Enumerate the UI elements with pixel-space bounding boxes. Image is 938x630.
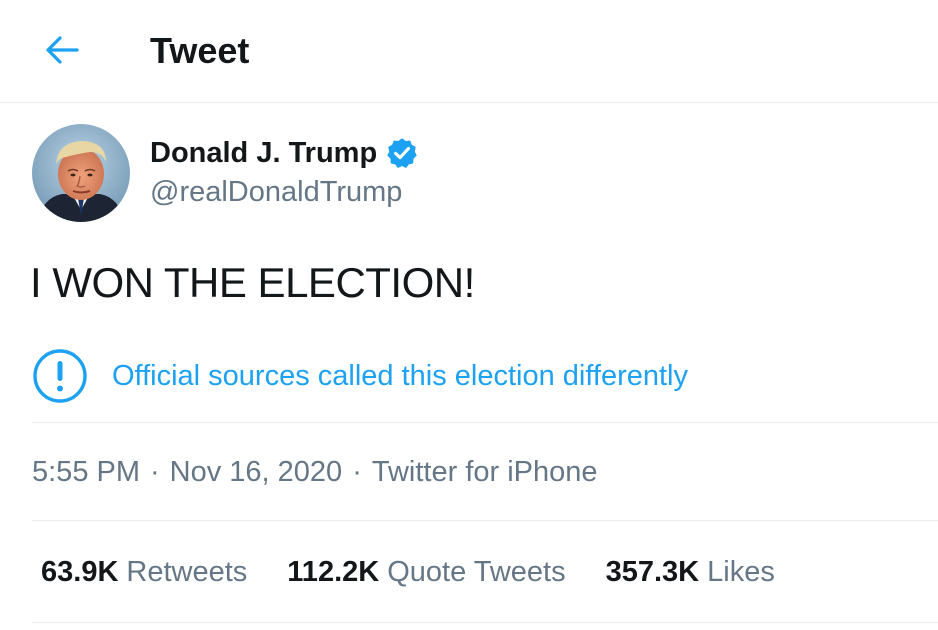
divider [32,520,938,521]
meta-separator: · [352,456,362,488]
tweet-stats: 63.9K Retweets 112.2K Quote Tweets 357.3… [41,552,815,592]
page-title: Tweet [150,30,250,71]
author-name[interactable]: Donald J. Trump [150,134,419,172]
exclamation-circle-icon [32,348,88,404]
verified-badge-icon [385,136,419,170]
tweet-text: I WON THE ELECTION! [30,259,475,306]
tweet-date[interactable]: Nov 16, 2020 [170,452,343,492]
back-button[interactable] [38,28,86,72]
divider [32,422,938,423]
meta-separator: · [150,456,160,488]
avatar-image [32,124,130,222]
quote-tweets-label: Quote Tweets [387,556,566,588]
arrow-left-icon [46,36,79,64]
notice-text: Official sources called this election di… [112,360,688,392]
tweet-source[interactable]: Twitter for iPhone [372,452,598,492]
author-handle[interactable]: @realDonaldTrump [150,173,402,211]
likes-label: Likes [707,556,775,588]
tweet-time[interactable]: 5:55 PM [32,452,140,492]
author-name-text: Donald J. Trump [150,137,378,169]
likes-count: 357.3K [605,556,700,588]
election-notice-link[interactable]: Official sources called this election di… [32,348,688,404]
likes-stat[interactable]: 357.3K Likes [606,552,775,592]
quote-tweets-stat[interactable]: 112.2K Quote Tweets [287,552,565,592]
retweets-count: 63.9K [41,556,119,588]
quote-tweets-count: 112.2K [287,556,380,588]
retweets-label: Retweets [126,556,248,588]
retweets-stat[interactable]: 63.9K Retweets [41,552,247,592]
divider [32,622,938,623]
tweet-meta: 5:55 PM · Nov 16, 2020 · Twitter for iPh… [32,452,598,492]
avatar[interactable] [32,124,130,222]
top-bar: Tweet [0,0,938,103]
